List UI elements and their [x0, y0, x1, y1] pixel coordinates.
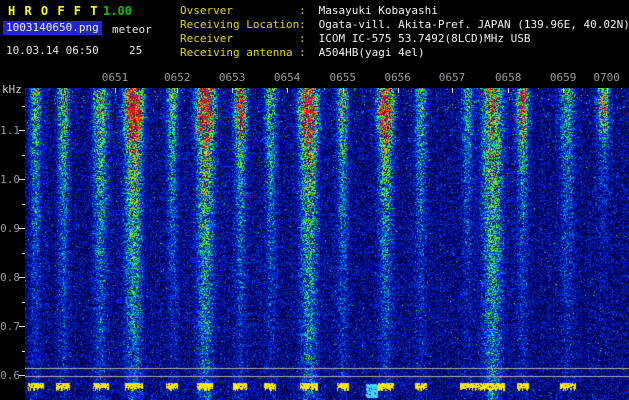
- spectrogram-canvas: [25, 88, 629, 400]
- time-label: 0651: [101, 71, 129, 84]
- frequency-label: 1.1: [0, 124, 20, 138]
- info-row: Ovserver: Masayuki Kobayashi: [180, 4, 629, 18]
- time-label: 0656: [384, 71, 411, 84]
- time-label: 0652: [163, 71, 191, 84]
- mode-label: meteor: [112, 23, 152, 36]
- time-label: 0655: [329, 71, 356, 84]
- info-row: Receiver: ICOM IC-575 53.7492(8LCD)MHz U…: [180, 32, 629, 46]
- time-label: 0657: [438, 71, 466, 84]
- filename-badge: 1003140650.png: [3, 21, 102, 35]
- info-value: Masayuki Kobayashi: [312, 4, 438, 17]
- frequency-axis-unit: kHz: [2, 83, 22, 96]
- app-version: 1.00: [103, 4, 132, 18]
- info-label: Receiving antenna: [180, 46, 293, 59]
- info-label: Receiving Location: [180, 18, 300, 31]
- frequency-label: 0.7: [0, 320, 20, 334]
- info-panel: Ovserver: Masayuki Kobayashi Receiving Lo…: [180, 4, 629, 60]
- info-value: Ogata-vill. Akita-Pref. JAPAN (139.96E, …: [312, 18, 629, 31]
- info-value: ICOM IC-575 53.7492(8LCD)MHz USB: [312, 32, 531, 45]
- info-label: Ovserver: [180, 4, 233, 17]
- info-label: Receiver: [180, 32, 233, 45]
- info-row: Receiving antenna: A504HB(yagi 4el): [180, 46, 629, 60]
- time-label: 0654: [273, 71, 301, 84]
- info-separator: :: [299, 32, 306, 45]
- time-label: 0700: [593, 71, 620, 84]
- frequency-label: 0.8: [0, 271, 20, 285]
- time-label: 0659: [549, 71, 577, 84]
- frequency-label: 0.6: [0, 369, 20, 383]
- app-title: H R O F F T: [8, 4, 99, 18]
- frequency-label: 1.0: [0, 173, 20, 187]
- hrofft-screen: H R O F F T 1.00 1003140650.png meteor 1…: [0, 0, 629, 400]
- echo-count: 25: [129, 44, 143, 57]
- time-label: 0658: [494, 71, 522, 84]
- info-row: Receiving Location: Ogata-vill. Akita-Pr…: [180, 18, 629, 32]
- info-value: A504HB(yagi 4el): [312, 46, 425, 59]
- info-separator: :: [299, 46, 306, 59]
- datetime-label: 10.03.14 06:50: [6, 44, 99, 57]
- time-label: 0653: [218, 71, 246, 84]
- frequency-label: 0.9: [0, 222, 20, 236]
- info-separator: :: [299, 4, 306, 17]
- info-separator: :: [299, 18, 306, 31]
